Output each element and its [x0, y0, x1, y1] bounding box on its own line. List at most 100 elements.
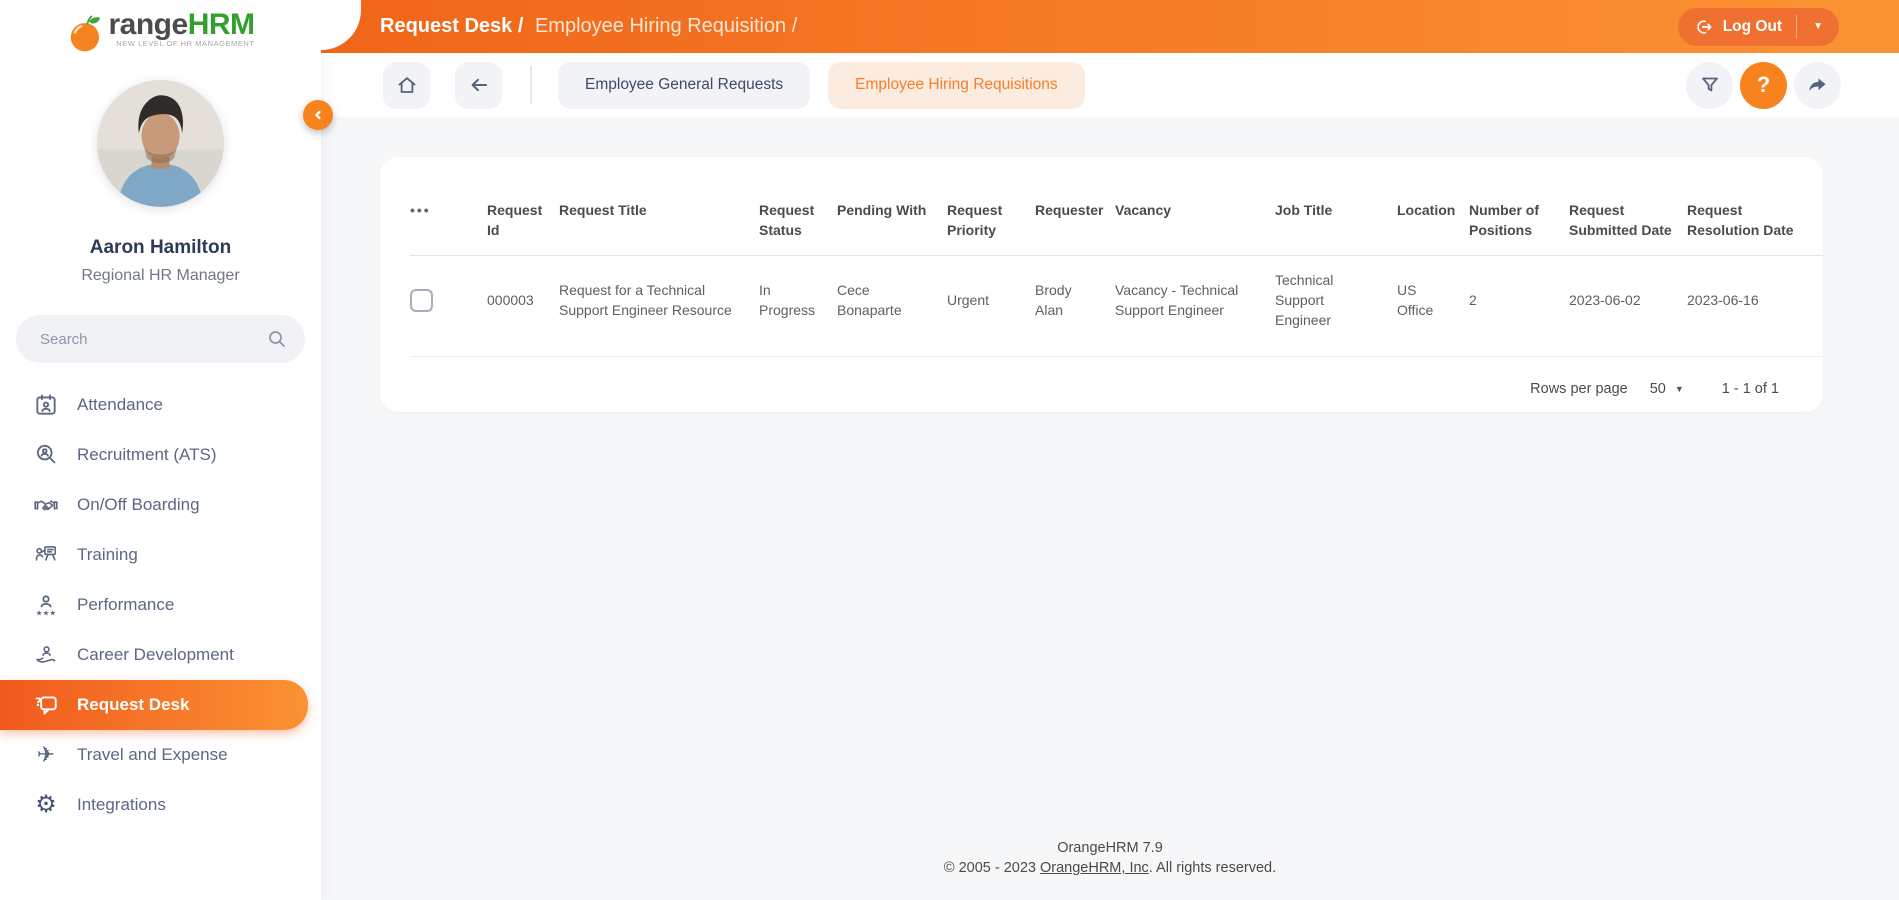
copyright-prefix: © 2005 - 2023 [944, 860, 1040, 876]
logout-button[interactable]: Log Out [1694, 17, 1782, 37]
toolbar-right-actions: ? [1686, 62, 1841, 109]
col-header-pending-with: Pending With [837, 157, 947, 256]
pagination-range: 1 - 1 of 1 [1722, 381, 1779, 397]
share-arrow-icon [1806, 73, 1830, 97]
secondary-toolbar: Employee General Requests Employee Hirin… [321, 53, 1899, 117]
rows-per-page-value: 50 [1650, 381, 1666, 397]
tab-employee-hiring-requisitions[interactable]: Employee Hiring Requisitions [828, 62, 1084, 109]
col-header-requester: Requester [1035, 157, 1115, 256]
col-header-request-submitted-date: Request Submitted Date [1569, 157, 1687, 256]
sidebar-item-label: Career Development [77, 645, 234, 665]
col-header-request-priority: Request Priority [947, 157, 1035, 256]
sidebar-item-request-desk[interactable]: ? Request Desk [0, 680, 308, 730]
sidebar-item-career-development[interactable]: Career Development [0, 630, 321, 680]
row-options-ellipsis-icon[interactable]: ••• [410, 202, 431, 218]
cell-pending-with: Cece Bonaparte [837, 256, 947, 357]
logout-separator [1796, 15, 1797, 39]
chevron-left-icon [309, 106, 327, 124]
col-header-number-of-positions: Number of Positions [1469, 157, 1569, 256]
user-name: Aaron Hamilton [0, 237, 321, 259]
help-button[interactable]: ? [1740, 62, 1787, 109]
sidebar-search [16, 315, 305, 363]
sidebar-item-label: Attendance [77, 395, 163, 415]
logo-text-hrm: HRM [188, 8, 255, 42]
rows-per-page-label: Rows per page [1530, 381, 1628, 397]
search-icon [265, 327, 289, 351]
cell-requester: Brody Alan [1035, 256, 1115, 357]
sidebar-item-label: On/Off Boarding [77, 495, 200, 515]
sidebar-collapse-button[interactable] [303, 100, 333, 130]
logout-dropdown-caret[interactable]: ▼ [1807, 17, 1829, 36]
sidebar-item-integrations[interactable]: ⚙ Integrations [0, 780, 321, 830]
cell-request-resolution-date: 2023-06-16 [1687, 256, 1823, 357]
caret-down-icon: ▼ [1813, 21, 1823, 32]
cell-request-priority: Urgent [947, 256, 1035, 357]
user-avatar [97, 80, 224, 207]
col-header-request-title: Request Title [559, 157, 759, 256]
table-row: 000003 Request for a Technical Support E… [410, 256, 1823, 357]
logo-tagline: NEW LEVEL OF HR MANAGEMENT [108, 39, 254, 48]
col-header-location: Location [1397, 157, 1469, 256]
table-header-row: ••• Request Id Request Title Request Sta… [410, 157, 1823, 256]
pagination-bar: Rows per page 50 ▼ 1 - 1 of 1 [410, 381, 1823, 397]
footer-copyright: © 2005 - 2023 OrangeHRM, Inc. All rights… [321, 858, 1899, 878]
sidebar-item-label: Request Desk [77, 695, 189, 715]
svg-text:?: ? [35, 695, 42, 709]
sidebar: range HRM NEW LEVEL OF HR MANAGEMENT [0, 0, 321, 900]
sidebar-nav: Attendance Recruitment (ATS) [0, 380, 321, 830]
sidebar-item-label: Performance [77, 595, 174, 615]
back-button[interactable] [455, 62, 502, 109]
filter-button[interactable] [1686, 62, 1733, 109]
career-hand-person-icon [32, 641, 60, 669]
sidebar-item-travel-and-expense[interactable]: ✈ Travel and Expense [0, 730, 321, 780]
requisitions-table-card: ••• Request Id Request Title Request Sta… [380, 157, 1823, 412]
sidebar-item-recruitment[interactable]: Recruitment (ATS) [0, 430, 321, 480]
sidebar-item-training[interactable]: Training [0, 530, 321, 580]
orangehrm-app: Request Desk / Employee Hiring Requisiti… [0, 0, 1899, 900]
col-header-job-title: Job Title [1275, 157, 1397, 256]
cell-request-title: Request for a Technical Support Engineer… [559, 256, 759, 357]
cell-location: US Office [1397, 256, 1469, 357]
cell-number-of-positions: 2 [1469, 256, 1569, 357]
svg-text:★★★: ★★★ [36, 608, 57, 617]
search-input[interactable] [16, 315, 305, 363]
cell-request-id: 000003 [487, 256, 559, 357]
attendance-calendar-icon [32, 391, 60, 419]
breadcrumb-primary: Request Desk / [380, 15, 523, 37]
filter-funnel-icon [1698, 73, 1722, 97]
user-role: Regional HR Manager [0, 267, 321, 285]
orangehrm-logo: range HRM NEW LEVEL OF HR MANAGEMENT [0, 8, 321, 54]
tab-employee-general-requests[interactable]: Employee General Requests [558, 62, 810, 109]
col-header-request-id: Request Id [487, 157, 559, 256]
sidebar-item-attendance[interactable]: Attendance [0, 380, 321, 430]
back-arrow-icon [467, 73, 491, 97]
cell-request-submitted-date: 2023-06-02 [1569, 256, 1687, 357]
sidebar-item-performance[interactable]: ★★★ Performance [0, 580, 321, 630]
cell-job-title: Technical Support Engineer [1275, 256, 1397, 357]
copyright-suffix: . All rights reserved. [1149, 860, 1276, 876]
sidebar-item-label: Recruitment (ATS) [77, 445, 217, 465]
rows-per-page-select[interactable]: 50 ▼ [1650, 381, 1684, 397]
requisitions-table: ••• Request Id Request Title Request Sta… [410, 157, 1823, 357]
share-button[interactable] [1794, 62, 1841, 109]
logout-button-group: Log Out ▼ [1678, 8, 1839, 46]
footer-version: OrangeHRM 7.9 [321, 838, 1899, 858]
company-link[interactable]: OrangeHRM, Inc [1040, 860, 1149, 876]
request-chat-question-icon: ? [32, 691, 60, 719]
cell-vacancy: Vacancy - Technical Support Engineer [1115, 256, 1275, 357]
breadcrumb: Request Desk / Employee Hiring Requisiti… [380, 15, 797, 38]
cell-request-status: In Progress [759, 256, 837, 357]
page-footer: OrangeHRM 7.9 © 2005 - 2023 OrangeHRM, I… [321, 838, 1899, 878]
sidebar-item-label: Training [77, 545, 138, 565]
integrations-gear-icon: ⚙ [32, 791, 60, 819]
performance-stars-icon: ★★★ [32, 591, 60, 619]
breadcrumb-secondary: Employee Hiring Requisition / [535, 15, 797, 37]
caret-down-icon: ▼ [1675, 384, 1684, 394]
home-button[interactable] [383, 62, 430, 109]
row-checkbox[interactable] [410, 289, 433, 312]
handshake-icon [32, 491, 60, 519]
toolbar-divider [530, 66, 532, 104]
help-question-icon: ? [1757, 72, 1770, 98]
col-header-vacancy: Vacancy [1115, 157, 1275, 256]
sidebar-item-onoff-boarding[interactable]: On/Off Boarding [0, 480, 321, 530]
